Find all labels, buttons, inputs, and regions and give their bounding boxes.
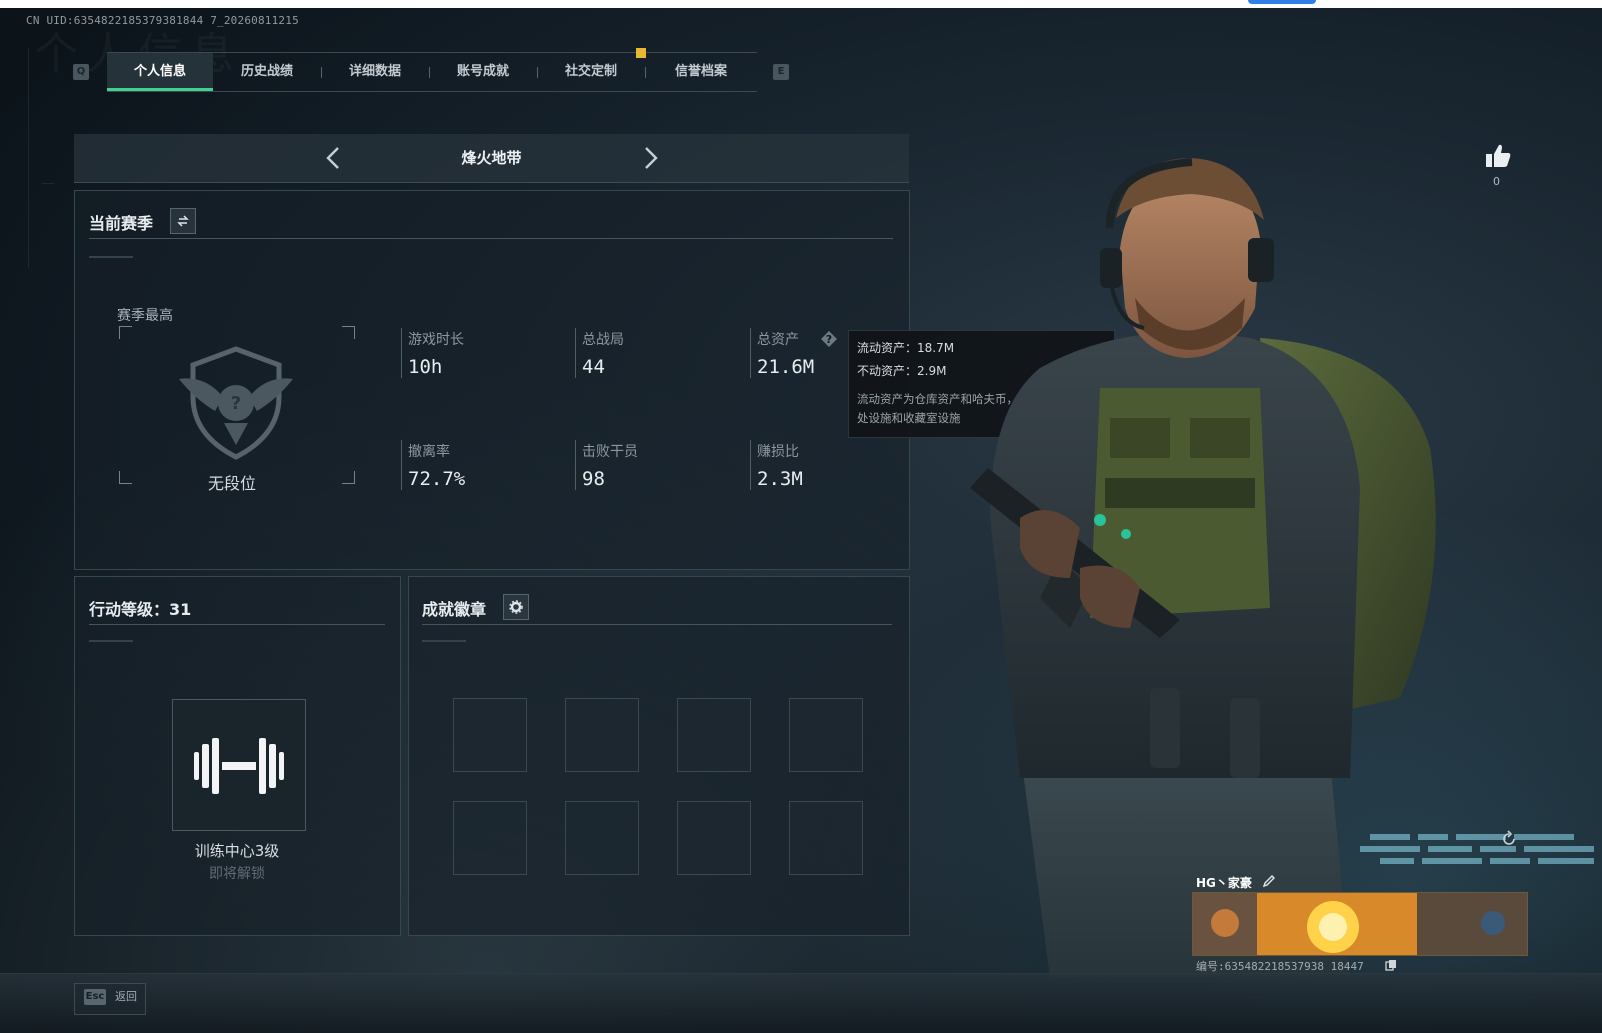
like-count: 0	[1493, 175, 1500, 188]
stat-divider	[401, 440, 402, 490]
bottom-bar	[0, 973, 1602, 1033]
hologram-decoration	[1360, 834, 1594, 864]
achievements-rule	[422, 624, 892, 625]
stat-extract-rate-label: 撤离率	[408, 444, 450, 460]
switch-season-button[interactable]	[170, 208, 196, 234]
stat-matches-value: 44	[582, 356, 605, 378]
achievement-slot[interactable]	[453, 801, 527, 875]
thumbs-up-icon[interactable]	[1484, 142, 1512, 170]
stat-divider	[750, 328, 751, 378]
season-title: 当前赛季	[89, 214, 154, 233]
bg-line	[42, 183, 54, 184]
tab-history[interactable]: 历史战绩	[213, 53, 321, 91]
achievements-settings-button[interactable]	[503, 594, 529, 620]
nameplate-artwork	[1193, 893, 1527, 955]
season-title-rule	[89, 238, 893, 239]
tab-right-key-hint[interactable]: E	[773, 64, 789, 80]
rank-name: 无段位	[208, 474, 257, 493]
tab-notification-marker	[636, 48, 646, 58]
svg-text:?: ?	[826, 333, 832, 346]
training-center-icon-box[interactable]	[172, 699, 306, 831]
refresh-icon[interactable]	[1500, 830, 1518, 848]
browser-top-strip	[0, 0, 1602, 8]
action-level-rule	[89, 624, 385, 625]
stat-kills-value: 98	[582, 468, 605, 490]
rank-caption: 赛季最高	[117, 308, 173, 324]
bg-line	[28, 48, 29, 268]
game-screen: 个人信息 CN UID:6354822185379381844 7_202608…	[0, 8, 1602, 1033]
action-level-title: 行动等级：31	[89, 600, 192, 619]
achievement-slot[interactable]	[565, 801, 639, 875]
tab-credit[interactable]: 信誉档案	[645, 53, 757, 91]
copy-icon[interactable]	[1385, 959, 1397, 971]
uid-text: CN UID:6354822185379381844 7_20260811215	[26, 14, 299, 27]
nameplate-card[interactable]	[1192, 892, 1528, 956]
decor-dash	[89, 256, 133, 258]
dumbbell-icon	[194, 738, 284, 794]
achievement-slot[interactable]	[453, 698, 527, 772]
achievement-slot[interactable]	[789, 698, 863, 772]
stat-playtime-value: 10h	[408, 356, 443, 378]
stat-divider	[575, 328, 576, 378]
achievement-slot[interactable]	[677, 698, 751, 772]
stat-matches-label: 总战局	[582, 332, 624, 348]
decor-dash	[422, 640, 466, 642]
stat-divider	[750, 440, 751, 490]
player-name: HG丶家豪	[1196, 876, 1252, 890]
frame-corner	[119, 471, 132, 484]
tab-left-key-hint[interactable]: Q	[73, 64, 89, 80]
decor-dash	[89, 640, 133, 642]
gear-icon	[509, 600, 523, 614]
tab-details[interactable]: 详细数据	[321, 53, 429, 91]
help-icon[interactable]: ?	[820, 330, 838, 348]
browser-tab-indicator	[1248, 0, 1316, 4]
stat-divider	[575, 440, 576, 490]
frame-corner	[119, 326, 132, 339]
stat-assets-label: 总资产	[757, 332, 799, 348]
stat-profit-label: 赚损比	[757, 444, 799, 460]
achievement-slot[interactable]	[565, 698, 639, 772]
stat-profit-value: 2.3M	[757, 468, 803, 490]
tab-social[interactable]: 社交定制	[537, 53, 645, 91]
swap-icon	[177, 215, 189, 227]
tab-achievements[interactable]: 账号成就	[429, 53, 537, 91]
stat-assets-value: 21.6M	[757, 356, 815, 378]
edit-pencil-icon[interactable]	[1262, 874, 1276, 888]
achievement-slot[interactable]	[677, 801, 751, 875]
svg-text:?: ?	[231, 393, 241, 414]
eagle-rank-icon: ?	[179, 346, 293, 460]
stat-extract-rate-value: 72.7%	[408, 468, 466, 490]
achievements-title: 成就徽章	[422, 600, 487, 619]
stat-divider	[401, 328, 402, 378]
map-name: 烽火地带	[461, 149, 522, 167]
training-center-label: 训练中心3级	[194, 842, 280, 860]
chevron-right-icon[interactable]	[636, 144, 664, 172]
training-center-status: 即将解锁	[209, 866, 265, 882]
stat-playtime-label: 游戏时长	[408, 332, 464, 348]
tab-personal-info[interactable]: 个人信息	[107, 53, 213, 91]
achievement-slot[interactable]	[789, 801, 863, 875]
tab-bar: 个人信息 历史战绩 详细数据 账号成就 社交定制 信誉档案	[107, 52, 757, 92]
frame-corner	[342, 471, 355, 484]
back-label[interactable]: 返回	[115, 989, 137, 1005]
frame-corner	[342, 326, 355, 339]
esc-key-hint[interactable]: Esc	[84, 989, 106, 1005]
stat-kills-label: 击败干员	[582, 444, 638, 460]
player-id: 编号:635482218537938 18447	[1196, 960, 1364, 973]
map-selector: 烽火地带	[74, 134, 909, 183]
